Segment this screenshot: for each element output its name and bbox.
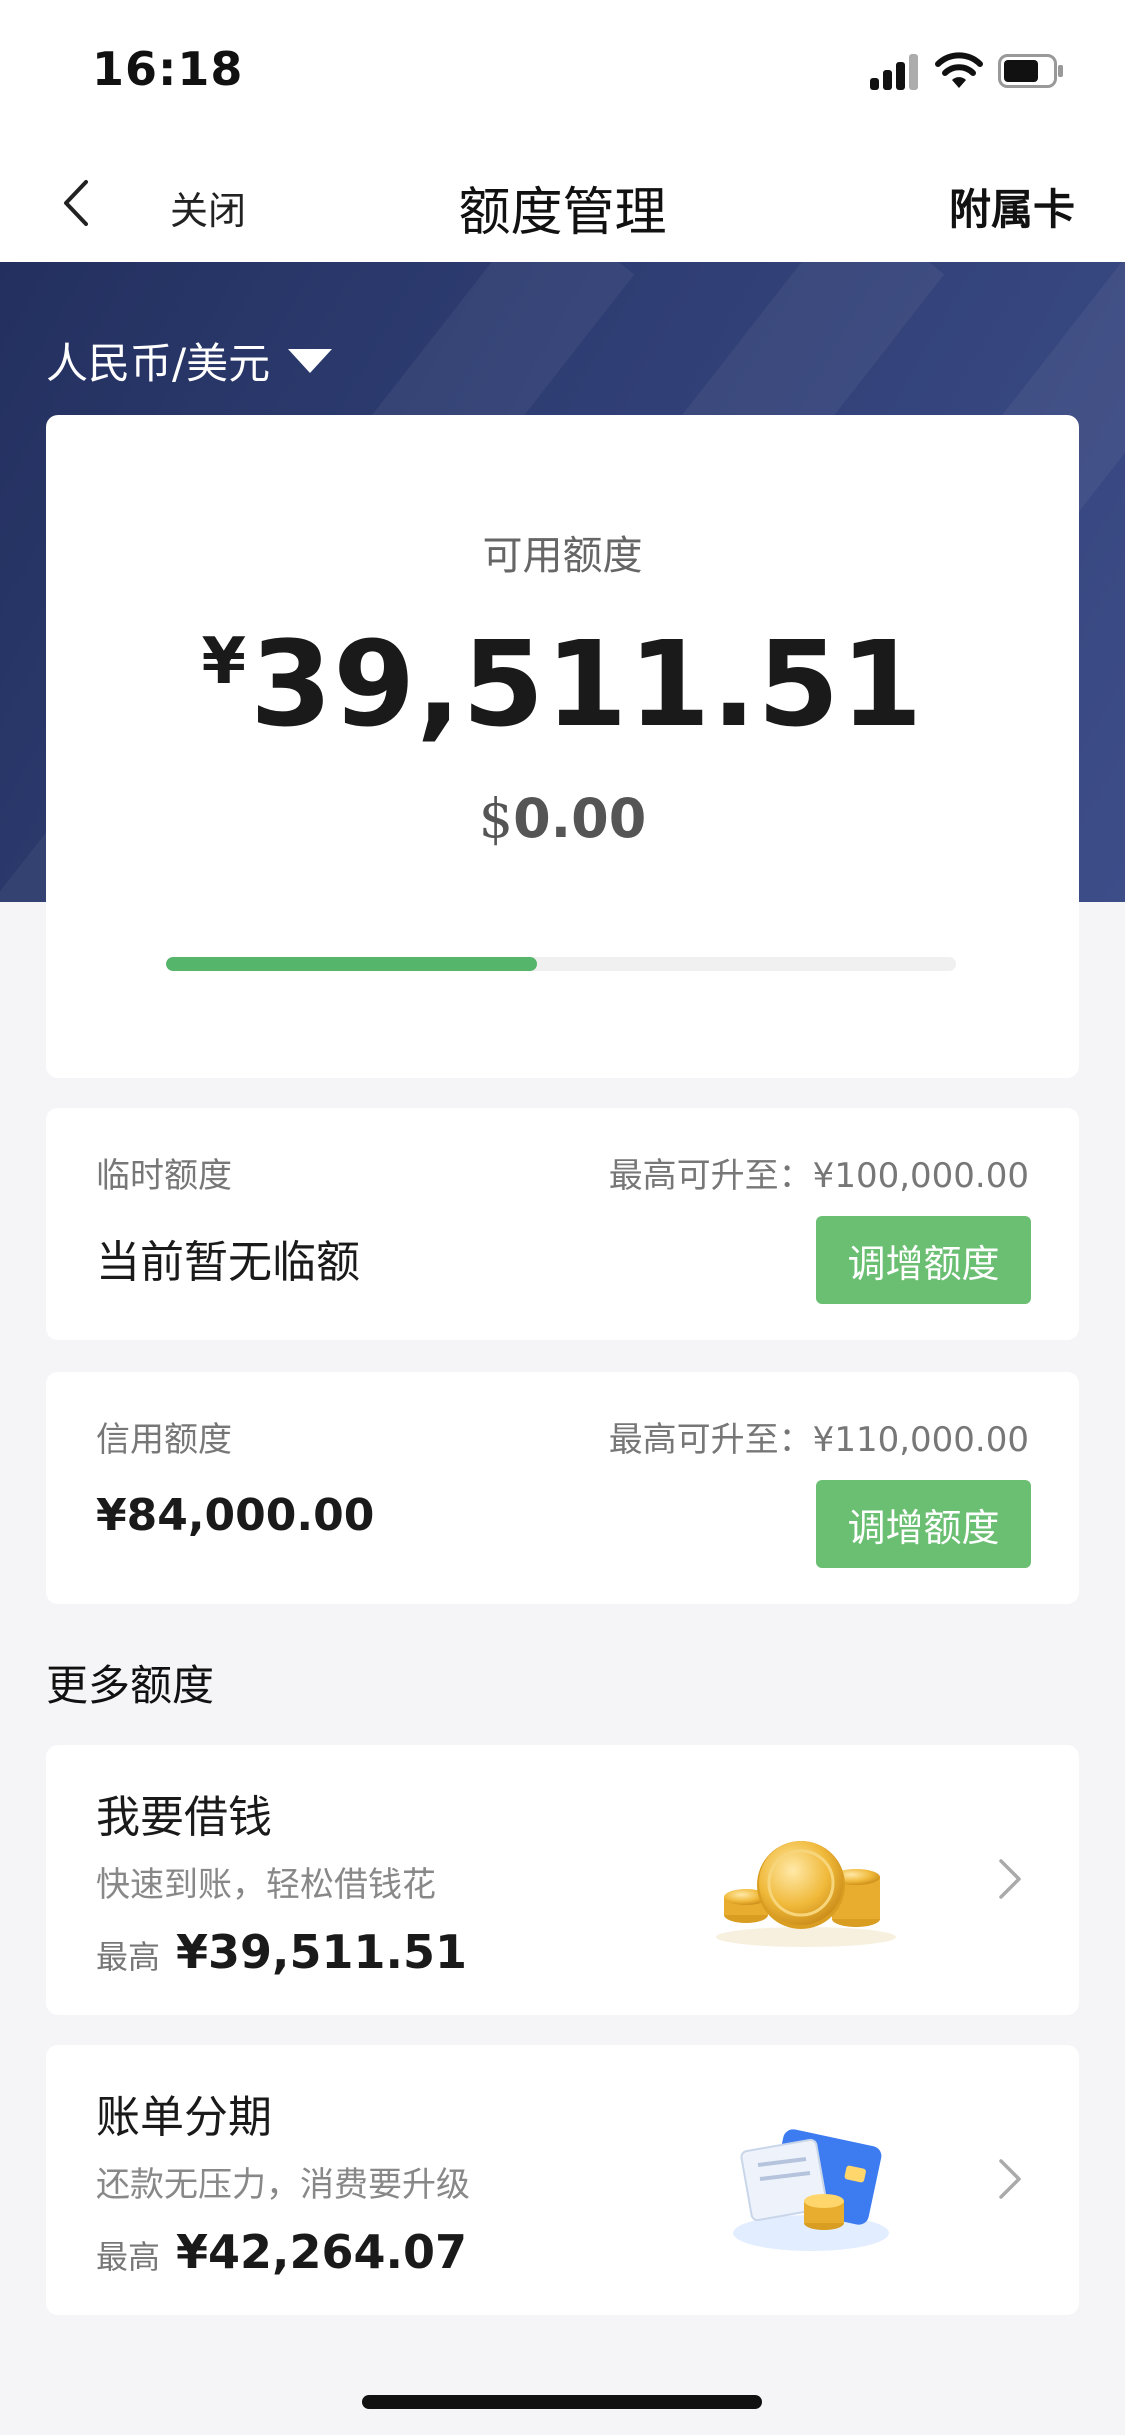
gold-coins-icon (716, 1841, 896, 1947)
installment-max-value: ¥42,264.07 (176, 2225, 468, 2279)
wifi-icon (935, 52, 983, 88)
caret-down-icon (288, 348, 333, 373)
status-bar: 16:18 (0, 0, 1125, 140)
available-limit-card: 可用额度 ¥39,511.51 $0.00 (46, 415, 1079, 1078)
chevron-right-icon (999, 2159, 1021, 2199)
borrow-money-card[interactable]: 我要借钱 快速到账，轻松借钱花 最高 ¥39,511.51 (46, 1745, 1079, 2015)
borrow-max-value: ¥39,511.51 (176, 1925, 468, 1979)
usd-value: 0.00 (513, 787, 647, 850)
bill-installment-card[interactable]: 账单分期 还款无压力，消费要升级 最高 ¥42,264.07 (46, 2045, 1079, 2315)
credit-limit-label: 信用额度 (96, 1420, 232, 1460)
installment-max: 最高 ¥42,264.07 (96, 2225, 467, 2279)
borrow-max: 最高 ¥39,511.51 (96, 1925, 467, 1979)
borrow-max-label: 最高 (96, 1938, 161, 1976)
installment-subtitle: 还款无压力，消费要升级 (96, 2165, 470, 2205)
currency-label: 人民币/美元 (46, 339, 271, 388)
borrow-title: 我要借钱 (96, 1792, 272, 1843)
cellular-signal-icon (870, 54, 920, 90)
currency-selector[interactable]: 人民币/美元 (46, 330, 333, 391)
credit-limit-card: 信用额度 最高可升至：¥110,000.00 ¥84,000.00 调增额度 (46, 1372, 1079, 1604)
temporary-limit-label: 临时额度 (96, 1156, 232, 1196)
temporary-limit-card: 临时额度 最高可升至：¥100,000.00 当前暂无临额 调增额度 (46, 1108, 1079, 1340)
more-limits-title: 更多额度 (46, 1661, 215, 1710)
temporary-limit-value: 当前暂无临额 (96, 1237, 360, 1288)
chevron-right-icon (999, 1859, 1021, 1899)
battery-icon (998, 54, 1063, 88)
status-time: 16:18 (92, 42, 244, 96)
bill-card-coins-icon (733, 2129, 889, 2251)
temporary-adjust-button[interactable]: 调增额度 (816, 1216, 1031, 1304)
borrow-subtitle: 快速到账，轻松借钱花 (96, 1865, 436, 1905)
limit-progress-fill (166, 957, 538, 971)
limit-progress-bar (166, 957, 956, 971)
cny-value: 39,511.51 (250, 615, 924, 753)
credit-adjust-button[interactable]: 调增额度 (816, 1480, 1031, 1568)
available-limit-label: 可用额度 (482, 533, 643, 579)
usd-symbol: $ (478, 787, 514, 850)
temporary-limit-max: 最高可升至：¥100,000.00 (608, 1156, 1029, 1196)
home-indicator (362, 2395, 762, 2409)
credit-limit-value: ¥84,000.00 (96, 1490, 375, 1541)
cny-symbol: ¥ (201, 625, 247, 699)
nav-bar: 关闭 额度管理 附属卡 (0, 140, 1125, 262)
credit-limit-max: 最高可升至：¥110,000.00 (608, 1420, 1029, 1460)
installment-title: 账单分期 (96, 2092, 272, 2143)
page: 16:18 关闭 额度管理 附属卡 人民币/美元 可用额度 ¥39,511.51… (0, 0, 1125, 2435)
available-cny-amount: ¥39,511.51 (46, 615, 1079, 753)
supplementary-card-button[interactable]: 附属卡 (949, 176, 1075, 237)
available-usd-amount: $0.00 (46, 787, 1079, 850)
installment-max-label: 最高 (96, 2238, 161, 2276)
